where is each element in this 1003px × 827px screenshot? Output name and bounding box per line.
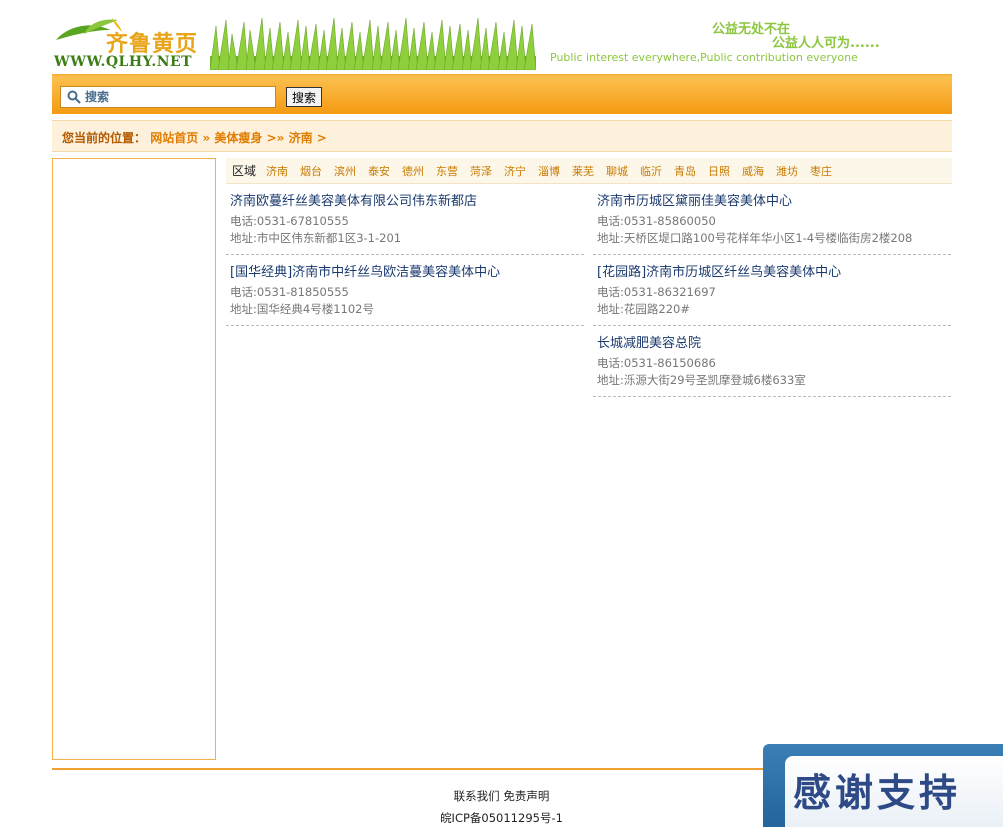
breadcrumb: 您当前的位置： 网站首页 » 美体瘦身 >» 济南 >: [52, 120, 952, 152]
region-link-linyi[interactable]: 临沂: [640, 163, 662, 179]
region-link-jining[interactable]: 济宁: [504, 163, 526, 179]
region-link-qingdao[interactable]: 青岛: [674, 163, 696, 179]
breadcrumb-separator: >»: [266, 131, 285, 145]
list-item: 长城减肥美容总院 电话:0531-86150686 地址:泺源大街29号圣凯摩登…: [593, 332, 951, 397]
region-link-binzhou[interactable]: 滨州: [334, 163, 356, 179]
breadcrumb-separator: »: [202, 131, 211, 145]
search-box[interactable]: [60, 86, 276, 108]
business-title-link[interactable]: [花园路]济南市历城区纤丝鸟美容美体中心: [597, 265, 951, 281]
region-link-weihai[interactable]: 威海: [742, 163, 764, 179]
business-title-link[interactable]: 济南市历城区黛丽佳美容美体中心: [597, 194, 951, 210]
region-link-liaocheng[interactable]: 聊城: [606, 163, 628, 179]
business-phone: 电话:0531-85860050: [597, 214, 716, 228]
breadcrumb-category-link[interactable]: 美体瘦身: [214, 131, 262, 145]
list-item: [花园路]济南市历城区纤丝鸟美容美体中心 电话:0531-86321697 地址…: [593, 261, 951, 326]
region-link-heze[interactable]: 菏泽: [470, 163, 492, 179]
disclaimer-link[interactable]: 免责声明: [503, 789, 549, 803]
region-link-weifang[interactable]: 潍坊: [776, 163, 798, 179]
region-link-zibo[interactable]: 淄博: [538, 163, 560, 179]
business-address: 地址:花园路220#: [597, 302, 690, 316]
region-link-taian[interactable]: 泰安: [368, 163, 390, 179]
search-icon: [67, 90, 81, 104]
region-link-jinan[interactable]: 济南: [266, 163, 288, 179]
breadcrumb-label: 您当前的位置：: [62, 131, 147, 145]
region-link-dongying[interactable]: 东营: [436, 163, 458, 179]
site-logo[interactable]: 齐鲁黄页 WWW.QLHY.NET: [52, 12, 202, 72]
thanks-floating-banner[interactable]: 感谢支持: [763, 744, 1003, 827]
logo-domain-text: WWW.QLHY.NET: [54, 54, 193, 70]
business-phone: 电话:0531-81850555: [230, 285, 349, 299]
grass-banner-image: [210, 17, 536, 70]
search-button[interactable]: 搜索: [286, 87, 323, 107]
list-item: 济南市历城区黛丽佳美容美体中心 电话:0531-85860050 地址:天桥区堤…: [593, 190, 951, 255]
slogan-line-2: 公益人人可为......: [772, 36, 880, 51]
region-link-rizhao[interactable]: 日照: [708, 163, 730, 179]
business-address: 地址:天桥区堤口路100号花样年华小区1-4号楼临街房2楼208: [597, 231, 913, 245]
breadcrumb-separator: >: [316, 131, 327, 145]
region-link-laiwu[interactable]: 莱芜: [572, 163, 594, 179]
business-address: 地址:市中区伟东新都1区3-1-201: [230, 231, 402, 245]
thanks-banner-text: 感谢支持: [793, 771, 962, 815]
region-filter-bar: 区域 济南 烟台 滨州 泰安 德州 东营 菏泽 济宁 淄博 莱芜 聊城 临沂 青…: [226, 158, 952, 184]
region-link-yantai[interactable]: 烟台: [300, 163, 322, 179]
business-phone: 电话:0531-86321697: [597, 285, 716, 299]
business-title-link[interactable]: 济南欧蔓纤丝美容美体有限公司伟东新都店: [230, 194, 584, 210]
slogan-english: Public interest everywhere,Public contri…: [550, 51, 858, 64]
region-filter-title: 区域: [232, 164, 257, 178]
business-address: 地址:泺源大街29号圣凯摩登城6楼633室: [597, 373, 806, 387]
search-input[interactable]: [85, 88, 271, 106]
search-bar: 搜索: [52, 74, 952, 114]
list-item: [国华经典]济南市中纤丝鸟欧洁蔓美容美体中心 电话:0531-81850555 …: [226, 261, 584, 326]
business-title-link[interactable]: [国华经典]济南市中纤丝鸟欧洁蔓美容美体中心: [230, 265, 584, 281]
business-phone: 电话:0531-67810555: [230, 214, 349, 228]
region-link-dezhou[interactable]: 德州: [402, 163, 424, 179]
breadcrumb-city-link[interactable]: 济南: [289, 131, 313, 145]
contact-us-link[interactable]: 联系我们: [454, 789, 500, 803]
region-link-zaozhuang[interactable]: 枣庄: [810, 163, 832, 179]
business-address: 地址:国华经典4号楼1102号: [230, 302, 374, 316]
left-sidebar: [52, 158, 216, 760]
breadcrumb-home-link[interactable]: 网站首页: [150, 131, 198, 145]
site-header: 齐鲁黄页 WWW.QLHY.NET 公益无处不在 公益人人可为...... Pu…: [52, 8, 952, 72]
list-item: 济南欧蔓纤丝美容美体有限公司伟东新都店 电话:0531-67810555 地址:…: [226, 190, 584, 255]
business-phone: 电话:0531-86150686: [597, 356, 716, 370]
thanks-banner-panel: 感谢支持: [785, 756, 1003, 827]
business-title-link[interactable]: 长城减肥美容总院: [597, 336, 951, 352]
